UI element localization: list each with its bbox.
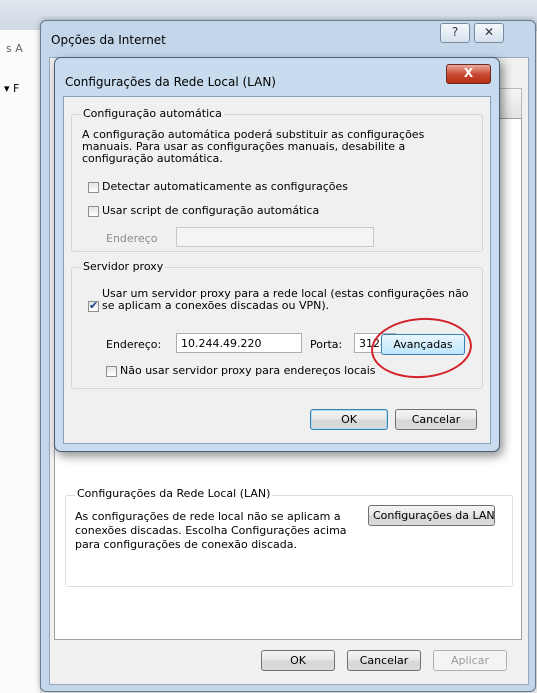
window-title: Opções da Internet: [51, 33, 166, 47]
proxy-server-legend: Servidor proxy: [81, 260, 166, 273]
use-proxy-checkbox[interactable]: [88, 299, 99, 312]
lan-description-line: conexões discadas. Escolha Configurações…: [75, 524, 347, 537]
help-button[interactable]: ?: [440, 23, 470, 43]
cancel-button[interactable]: Cancelar: [347, 650, 421, 671]
dialog-close-button[interactable]: X: [446, 64, 491, 84]
lan-settings-dialog: Configurações da Rede Local (LAN) X Conf…: [54, 57, 500, 452]
detect-automatically-checkbox[interactable]: [88, 182, 99, 193]
apply-button[interactable]: Aplicar: [433, 650, 507, 671]
bypass-local-checkbox[interactable]: [106, 366, 117, 377]
auto-config-script-label[interactable]: Usar script de configuração automática: [102, 204, 319, 217]
background-menu-text: s A: [6, 42, 23, 55]
proxy-address-label: Endereço:: [106, 338, 162, 351]
close-button[interactable]: ✕: [474, 23, 504, 43]
auto-config-legend: Configuração automática: [81, 107, 224, 120]
use-proxy-label-line[interactable]: se aplicam a conexões discadas ou VPN).: [102, 299, 329, 312]
proxy-port-label: Porta:: [310, 338, 343, 351]
script-address-label: Endereço: [106, 232, 158, 245]
auto-config-description-line: configuração automática.: [82, 152, 223, 165]
ok-button[interactable]: OK: [261, 650, 335, 671]
lan-settings-button[interactable]: Configurações da LAN: [368, 505, 495, 526]
background-menu-text: ▾ F: [4, 82, 20, 95]
lan-dialog-client-area: Configuração automática A configuração a…: [63, 96, 491, 444]
detect-automatically-label[interactable]: Detectar automaticamente as configuraçõe…: [102, 180, 348, 193]
dialog-title: Configurações da Rede Local (LAN): [65, 75, 276, 89]
browser-side-panel: s A ▾ F: [0, 30, 41, 693]
lan-description-line: As configurações de rede local não se ap…: [75, 510, 341, 523]
dialog-cancel-button[interactable]: Cancelar: [395, 409, 477, 430]
script-address-input[interactable]: [176, 227, 374, 247]
lan-description-line: para configurações de conexão discada.: [75, 538, 297, 551]
lan-group-title: Configurações da Rede Local (LAN): [75, 487, 273, 500]
bypass-local-label[interactable]: Não usar servidor proxy para endereços l…: [120, 364, 376, 377]
dialog-ok-button[interactable]: OK: [310, 409, 388, 430]
auto-config-script-checkbox[interactable]: [88, 206, 99, 217]
proxy-address-input[interactable]: [176, 333, 302, 353]
